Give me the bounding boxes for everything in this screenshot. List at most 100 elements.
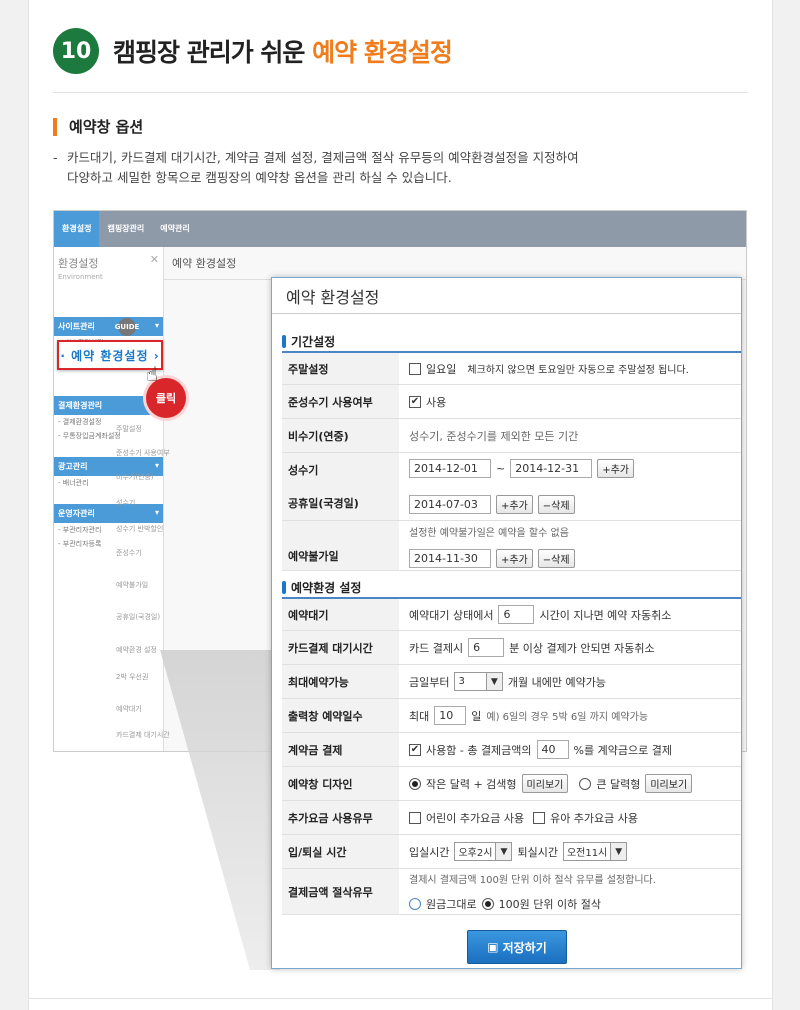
sidebar-item[interactable]: - 결제환경설정 <box>54 415 163 429</box>
panel-title: 예약 환경설정 <box>272 278 741 314</box>
row-value: 카드 결제시 6 분 이상 결제가 안되면 자동취소 <box>399 631 741 664</box>
row-value: 예약대기 상태에서 6 시간이 지나면 예약 자동취소 <box>399 599 741 630</box>
row-label: 준성수기 사용여부 <box>282 385 399 418</box>
checkout-select[interactable]: 오전11시 ▼ <box>562 842 628 861</box>
chevron-down-icon[interactable]: ▼ <box>495 843 512 860</box>
sidebar-group-admin[interactable]: 운영자관리 ▾ <box>54 504 163 523</box>
select-value: 오전11시 <box>566 848 608 859</box>
holiday-delete-button[interactable]: −삭제 <box>537 495 575 514</box>
group-label: 광고관리 <box>58 462 88 471</box>
small-calendar-radio[interactable] <box>409 777 421 790</box>
nav-tab-camp[interactable]: 캠핑장관리 <box>99 211 152 247</box>
original-amount-radio[interactable] <box>409 897 421 910</box>
blocked-date-input[interactable]: 2014-11-30 <box>409 548 491 568</box>
holiday-add-button[interactable]: +추가 <box>496 495 533 514</box>
checkin-select[interactable]: 오후2시 ▼ <box>454 842 513 861</box>
close-icon[interactable]: ✕ <box>150 253 159 266</box>
rounding-options: 원금그대로 100원 단위 이하 절삭 <box>409 896 601 912</box>
description: - 카드대기, 카드결제 대기시간, 계약금 결제 설정, 결제금액 절삭 유무등… <box>53 148 579 188</box>
large-calendar-radio[interactable] <box>579 777 592 790</box>
wait-hours-input[interactable]: 6 <box>498 605 535 624</box>
faint-row: 준성수기 <box>116 549 142 557</box>
days-unit: 일 <box>471 709 482 723</box>
row-deposit: 계약금 결제 ✔ 사용함 - 총 결제금액의 40 %를 계약금으로 결제 <box>282 733 741 767</box>
faint-row: 준성수기 사용여부 <box>116 449 170 457</box>
section-label: 예약환경 설정 <box>291 581 362 595</box>
max-days-input[interactable]: 10 <box>434 706 467 725</box>
pointer-hand-icon: ☝ <box>146 362 159 386</box>
peak-end-input[interactable]: 2014-12-31 <box>510 459 593 478</box>
desc-text-2: 다양하고 세밀한 항목으로 캠핑장의 예약창 옵션을 관리 하실 수 있습니다. <box>67 170 452 185</box>
row-label: 출력창 예약일수 <box>282 699 399 732</box>
checkin-label: 입실시간 <box>409 845 450 859</box>
footer-divider <box>29 998 772 999</box>
sidebar-item[interactable]: - 무통장입금계좌설정 <box>54 429 163 443</box>
settings-panel: 예약 환경설정 기간설정 주말설정 일요일 체크하지 않으면 토요일만 자동으로 … <box>271 277 742 969</box>
row-value: 어린이 추가요금 사용 유아 추가요금 사용 <box>399 801 741 834</box>
row-label: 계약금 결제 <box>282 733 399 766</box>
row-blocked-date: 예약불가일 설정한 예약불가일은 예약을 할수 없음 2014-11-30 +추가… <box>282 521 741 571</box>
preview-small-button[interactable]: 미리보기 <box>521 774 569 793</box>
row-label: 주말설정 <box>282 353 399 384</box>
row-value: ✔ 사용함 - 총 결제금액의 40 %를 계약금으로 결제 <box>399 733 741 766</box>
row-value: 결제시 결제금액 100원 단위 이하 절삭 유무를 설정합니다. 원금그대로 1… <box>399 869 741 914</box>
row-label: 입/퇴실 시간 <box>282 835 399 868</box>
option-label: 일요일 <box>426 362 457 376</box>
faint-row: 2박 우선권 <box>116 673 149 681</box>
faint-row: 주말설정 <box>116 425 142 433</box>
extra-opt1: 어린이 추가요금 사용 <box>426 811 525 825</box>
blocked-note: 설정한 예약불가일은 예약을 할수 없음 <box>409 527 569 539</box>
sidebar-item[interactable]: - 부관리자등록 <box>54 537 163 551</box>
desc-line-2: 다양하고 세밀한 항목으로 캠핑장의 예약창 옵션을 관리 하실 수 있습니다. <box>53 168 579 188</box>
card-post: 분 이상 결제가 안되면 자동취소 <box>509 641 655 655</box>
nav-tab-settings[interactable]: 환경설정 <box>54 211 100 247</box>
rounding-note: 결제시 결제금액 100원 단위 이하 절삭 유무를 설정합니다. <box>409 875 656 887</box>
off-season-note: 성수기, 준성수기를 제외한 모든 기간 <box>409 429 579 443</box>
row-label: 결제금액 절삭유무 <box>282 869 399 914</box>
row-card-wait: 카드결제 대기시간 카드 결제시 6 분 이상 결제가 안되면 자동취소 <box>282 631 741 665</box>
peak-start-input[interactable]: 2014-12-01 <box>409 459 491 478</box>
row-label: 최대예약가능 <box>282 665 399 698</box>
sidebar-group-site[interactable]: 사이트관리 ▾ <box>54 317 163 336</box>
days-pre: 최대 <box>409 709 430 723</box>
guide-icon: GUIDE <box>115 318 139 336</box>
chevron-icon: ▾ <box>154 508 159 517</box>
row-label: 예약불가일 <box>282 521 399 570</box>
preview-large-button[interactable]: 미리보기 <box>645 774 693 793</box>
save-icon: ▣ <box>487 940 499 954</box>
faint-row: 성수기 반박할인 <box>116 525 164 533</box>
save-label: 저장하기 <box>502 940 547 955</box>
row-max-reservation: 최대예약가능 금일부터 3 ▼ 개월 내에만 예약가능 <box>282 665 741 699</box>
deposit-percent-input[interactable]: 40 <box>536 740 569 759</box>
nav-tab-reservation[interactable]: 예약관리 <box>152 211 197 247</box>
peak-add-button[interactable]: +추가 <box>597 459 634 478</box>
title-plain: 캠핑장 관리가 쉬운 <box>113 38 313 67</box>
infant-fee-checkbox[interactable] <box>533 811 546 824</box>
faint-row: 예약대기 <box>116 705 142 713</box>
round-opt2: 100원 단위 이하 절삭 <box>498 897 601 911</box>
card-minutes-input[interactable]: 6 <box>468 638 505 657</box>
blocked-add-button[interactable]: +추가 <box>496 548 533 568</box>
holiday-controls: 2014-07-03 +추가 −삭제 <box>409 495 575 514</box>
semi-peak-checkbox[interactable]: ✔ <box>409 395 421 408</box>
chevron-down-icon[interactable]: ▼ <box>485 673 502 690</box>
holiday-date-input[interactable]: 2014-07-03 <box>409 495 491 514</box>
row-checkin-time: 입/퇴실 시간 입실시간 오후2시 ▼ 퇴실시간 오전11시 ▼ <box>282 835 741 869</box>
chevron-down-icon[interactable]: ▼ <box>610 843 627 860</box>
truncate-radio[interactable] <box>481 897 494 910</box>
row-label: 공휴일(국경일) <box>288 497 359 511</box>
blocked-delete-button[interactable]: −삭제 <box>537 548 575 568</box>
row-rounding: 결제금액 절삭유무 결제시 결제금액 100원 단위 이하 절삭 유무를 설정합… <box>282 869 741 915</box>
row-label: 추가요금 사용유무 <box>282 801 399 834</box>
max-months-select[interactable]: 3 ▼ <box>454 672 503 691</box>
days-note: 예) 6일의 경우 5박 6일 까지 예약가능 <box>486 712 649 723</box>
desc-text-1: 카드대기, 카드결제 대기시간, 계약금 결제 설정, 결제금액 절삭 유무등의… <box>67 150 579 165</box>
row-design: 예약창 디자인 작은 달력 + 검색형 미리보기 큰 달력형 미리보기 <box>282 767 741 801</box>
save-button[interactable]: ▣ 저장하기 <box>467 930 567 964</box>
sunday-checkbox[interactable] <box>409 362 421 375</box>
blocked-controls: 2014-11-30 +추가 −삭제 <box>409 548 575 568</box>
deposit-checkbox[interactable]: ✔ <box>409 743 421 756</box>
card-pre: 카드 결제시 <box>409 641 464 655</box>
child-fee-checkbox[interactable] <box>409 811 421 824</box>
title-highlight: 예약 환경설정 <box>312 38 453 67</box>
